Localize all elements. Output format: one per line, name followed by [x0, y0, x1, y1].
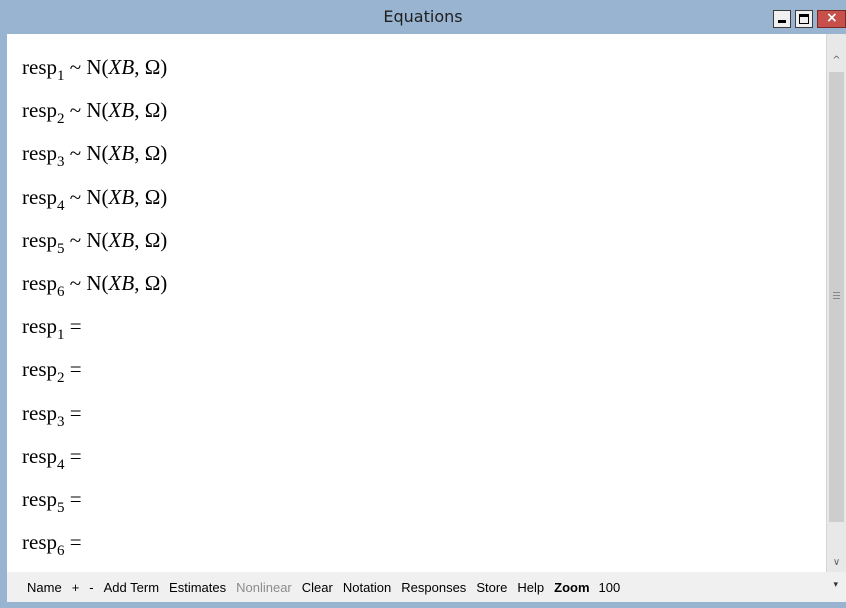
response-name: resp [22, 98, 57, 123]
equation-rhs: ~ N( [64, 98, 109, 123]
equation-line[interactable]: resp5 = [22, 487, 82, 527]
covariance-term: , Ω) [134, 141, 168, 166]
response-name: resp [22, 357, 57, 382]
mean-term: XB [108, 227, 135, 252]
covariance-term: , Ω) [134, 184, 168, 209]
minus-button[interactable]: - [84, 580, 98, 595]
add-term-button[interactable]: Add Term [99, 580, 164, 595]
response-name: resp [22, 400, 57, 425]
equation-rhs: ~ N( [64, 227, 109, 252]
store-button[interactable]: Store [471, 580, 512, 595]
title-bar[interactable]: Equations × [0, 0, 846, 34]
equation-rhs: ~ N( [64, 184, 109, 209]
clear-button[interactable]: Clear [297, 580, 338, 595]
response-name: resp [22, 314, 57, 339]
notation-button[interactable]: Notation [338, 580, 396, 595]
equation-rhs: = [64, 487, 82, 511]
response-name: resp [22, 271, 57, 295]
response-subscript: 6 [57, 543, 65, 560]
equation-line[interactable]: resp1 = [22, 314, 82, 354]
maximize-button[interactable] [795, 10, 813, 28]
help-button[interactable]: Help [512, 580, 549, 595]
mean-term: XB [108, 271, 135, 295]
response-name: resp [22, 141, 57, 166]
covariance-term: , Ω) [134, 227, 168, 252]
equation-line[interactable]: resp6 ~ N(XB, Ω) [22, 271, 167, 311]
equation-line[interactable]: resp2 ~ N(XB, Ω) [22, 98, 167, 138]
minimize-button[interactable] [773, 10, 791, 28]
response-subscript: 6 [57, 284, 65, 300]
close-icon: × [826, 10, 838, 26]
equation-rhs: ~ N( [64, 271, 109, 295]
scroll-down-arrow-icon[interactable]: ∨ [827, 554, 846, 572]
response-name: resp [22, 487, 57, 511]
plus-button[interactable]: + [67, 580, 85, 595]
response-subscript: 3 [57, 154, 65, 171]
scroll-up-arrow-icon[interactable]: ^ [827, 52, 846, 70]
response-name: resp [22, 530, 57, 555]
equation-rhs: = [64, 314, 82, 339]
response-subscript: 4 [57, 456, 65, 473]
covariance-term: , Ω) [134, 98, 168, 123]
vertical-scrollbar[interactable]: ^ ∨ [826, 34, 846, 572]
mean-term: XB [108, 141, 135, 166]
response-subscript: 5 [57, 240, 65, 257]
mean-term: XB [108, 184, 135, 209]
response-name: resp [22, 227, 57, 252]
response-name: resp [22, 184, 57, 209]
equation-line[interactable]: resp1 ~ N(XB, Ω) [22, 55, 167, 95]
response-name: resp [22, 443, 57, 468]
equation-rhs: = [64, 530, 82, 555]
response-name: resp [22, 55, 57, 79]
covariance-term: , Ω) [134, 55, 168, 79]
equation-line[interactable]: resp3 ~ N(XB, Ω) [22, 141, 167, 181]
equation-rhs: ~ N( [64, 141, 109, 166]
window-title: Equations [383, 7, 463, 26]
response-subscript: 3 [57, 413, 65, 430]
response-subscript: 1 [57, 68, 65, 84]
response-subscript: 4 [57, 197, 65, 214]
equations-window: Equations × resp1 ~ N(XB, Ω) resp2 ~ N(XB… [0, 0, 846, 608]
equation-rhs: ~ N( [64, 55, 109, 79]
covariance-term: , Ω) [134, 271, 168, 295]
chevron-down-icon[interactable]: ▾ [833, 580, 838, 590]
response-subscript: 5 [57, 500, 65, 516]
equation-rhs: = [64, 357, 82, 382]
zoom-value-select[interactable]: 100 [595, 580, 625, 595]
equations-toolbar: Name + - Add Term Estimates Nonlinear Cl… [7, 572, 846, 602]
equation-line[interactable]: resp3 = [22, 401, 82, 441]
equation-line[interactable]: resp6 = [22, 530, 82, 570]
scrollbar-thumb[interactable] [829, 72, 844, 522]
content-top-margin [7, 34, 826, 52]
equations-list: resp1 ~ N(XB, Ω) resp2 ~ N(XB, Ω) resp3 ~ … [7, 52, 826, 572]
responses-button[interactable]: Responses [396, 580, 471, 595]
equation-line[interactable]: resp2 = [22, 357, 82, 397]
response-subscript: 2 [57, 370, 65, 387]
name-button[interactable]: Name [7, 580, 67, 595]
nonlinear-button[interactable]: Nonlinear [231, 580, 297, 595]
response-subscript: 1 [57, 327, 65, 344]
estimates-button[interactable]: Estimates [164, 580, 231, 595]
mean-term: XB [108, 98, 135, 123]
equation-rhs: = [64, 400, 82, 425]
equation-line[interactable]: resp4 = [22, 444, 82, 484]
equation-line[interactable]: resp4 ~ N(XB, Ω) [22, 185, 167, 225]
zoom-label: Zoom [554, 579, 590, 595]
grip-icon [833, 292, 840, 299]
response-subscript: 2 [57, 111, 65, 128]
close-button[interactable]: × [817, 10, 846, 28]
mean-term: XB [108, 55, 135, 79]
equation-rhs: = [64, 443, 82, 468]
equation-line[interactable]: resp5 ~ N(XB, Ω) [22, 228, 167, 268]
window-bottom-border [0, 602, 846, 608]
